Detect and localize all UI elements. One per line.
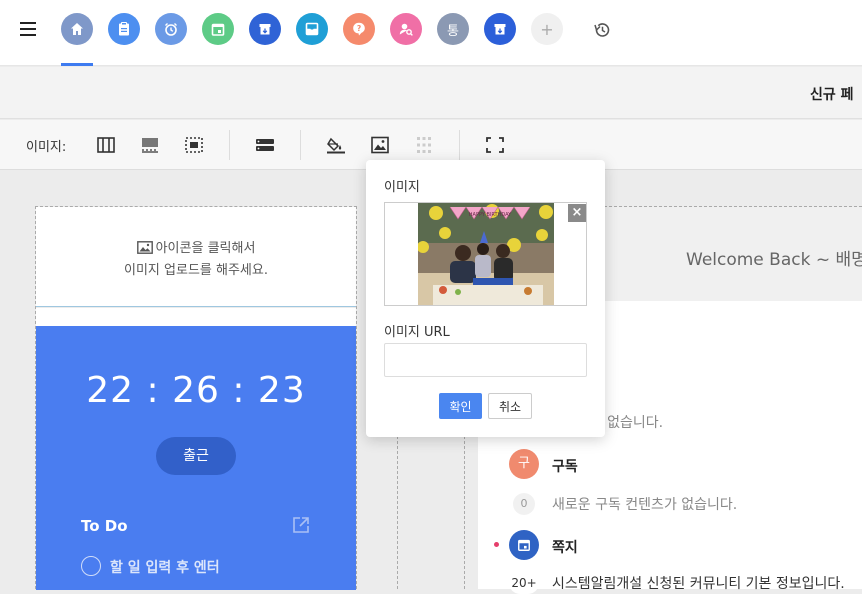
url-label: 이미지 URL bbox=[384, 325, 450, 340]
image-icon[interactable] bbox=[136, 241, 153, 254]
preview-photo: HAPPY BIRTHDAY bbox=[418, 203, 554, 305]
remove-image-button[interactable]: × bbox=[568, 204, 586, 222]
cancel-button[interactable]: 취소 bbox=[488, 393, 532, 419]
todo-input-placeholder[interactable]: 할 일 입력 후 엔터 bbox=[110, 557, 220, 577]
calendar-icon[interactable] bbox=[202, 13, 234, 45]
page-header: 신규 페 bbox=[0, 67, 862, 119]
archive-icon[interactable] bbox=[484, 13, 516, 45]
toolbar-label: 이미지: bbox=[26, 140, 67, 155]
image-icon[interactable] bbox=[370, 136, 390, 154]
subscribe-title[interactable]: 구독 bbox=[552, 456, 578, 476]
paint-bucket-icon[interactable] bbox=[326, 136, 346, 154]
upload-line-1: 아이콘을 클릭해서 bbox=[155, 241, 256, 256]
plus-icon[interactable]: + bbox=[531, 13, 563, 45]
dialog-title: 이미지 bbox=[384, 180, 420, 195]
column-width-icon[interactable] bbox=[96, 136, 116, 154]
unread-dot bbox=[494, 542, 499, 547]
todo-title: To Do bbox=[81, 517, 128, 535]
upload-line-2: 이미지 업로드를 해주세요. bbox=[124, 263, 268, 278]
confirm-button[interactable]: 확인 bbox=[439, 393, 482, 419]
welcome-text: Welcome Back ~ 배명 bbox=[686, 250, 862, 270]
left-widget-column[interactable]: 아이콘을 클릭해서 이미지 업로드를 해주세요. 22 : 26 : 23 출근… bbox=[35, 206, 357, 590]
todo-checkbox[interactable] bbox=[81, 556, 101, 576]
toolbar-divider bbox=[459, 130, 460, 160]
upload-instruction: 아이콘을 클릭해서 bbox=[36, 237, 356, 256]
page-title: 신규 페 bbox=[810, 87, 854, 103]
image-dialog: 이미지 HAPPY BIRTHDAY × 이미지 URL 확인 취소 bbox=[366, 160, 605, 437]
note-title[interactable]: 쪽지 bbox=[552, 537, 578, 557]
calendar-icon bbox=[509, 530, 539, 560]
note-item-text[interactable]: 시스템알림개설 신청된 커뮤니티 기본 정보입니다. bbox=[552, 573, 845, 593]
subscribe-empty-text: 새로운 구독 컨텐츠가 없습니다. bbox=[552, 497, 738, 513]
layout-rows-icon[interactable] bbox=[255, 136, 275, 154]
inbox-icon[interactable] bbox=[296, 13, 328, 45]
clipboard-icon[interactable] bbox=[108, 13, 140, 45]
question-icon[interactable]: ? bbox=[343, 13, 375, 45]
alarm-icon[interactable] bbox=[155, 13, 187, 45]
toolbar-divider bbox=[300, 130, 301, 160]
image-url-input[interactable] bbox=[384, 343, 587, 377]
check-in-button[interactable]: 출근 bbox=[156, 437, 236, 475]
toolbar-divider bbox=[229, 130, 230, 160]
clock-display: 22 : 26 : 23 bbox=[86, 370, 306, 411]
background-fill-icon[interactable] bbox=[140, 136, 160, 154]
image-preview: HAPPY BIRTHDAY × bbox=[384, 202, 587, 306]
history-icon[interactable] bbox=[592, 20, 612, 40]
archive-icon[interactable] bbox=[249, 13, 281, 45]
text-icon[interactable]: 통 bbox=[437, 13, 469, 45]
subscribe-count-badge: 0 bbox=[513, 493, 535, 515]
home-icon[interactable] bbox=[61, 13, 93, 45]
attendance-panel: 22 : 26 : 23 출근 To Do 할 일 입력 후 엔터 bbox=[36, 326, 356, 590]
person-search-icon[interactable] bbox=[390, 13, 422, 45]
spacer bbox=[36, 308, 356, 326]
fullscreen-icon[interactable] bbox=[485, 136, 505, 154]
svg-text:?: ? bbox=[357, 24, 361, 33]
note-count-badge: 20+ bbox=[509, 572, 539, 594]
banner-text: HAPPY BIRTHDAY bbox=[469, 212, 512, 218]
image-upload-zone[interactable]: 아이콘을 클릭해서 이미지 업로드를 해주세요. bbox=[36, 207, 356, 307]
hamburger-menu-icon[interactable] bbox=[20, 22, 36, 36]
grid-pattern-icon[interactable] bbox=[414, 136, 434, 154]
active-tab-indicator bbox=[61, 63, 93, 66]
subscribe-avatar: 구 bbox=[509, 449, 539, 479]
select-area-icon[interactable] bbox=[184, 136, 204, 154]
top-nav: ? 통 + bbox=[0, 0, 862, 66]
external-link-icon[interactable] bbox=[291, 515, 311, 535]
